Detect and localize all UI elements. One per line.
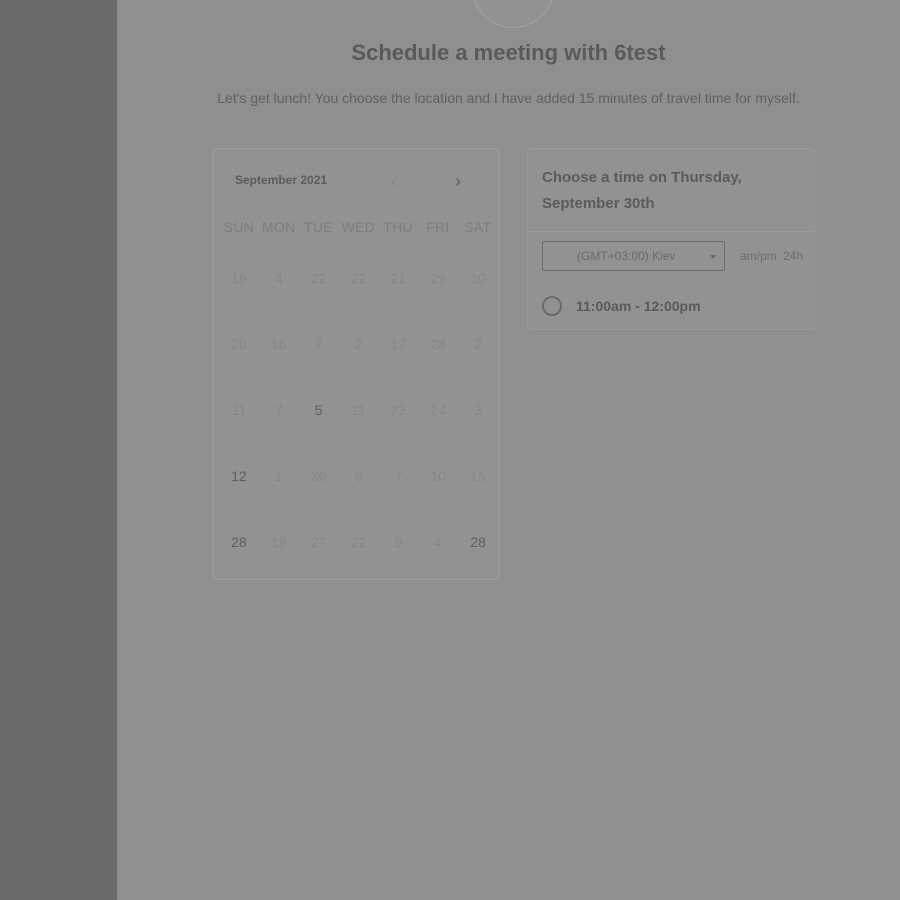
calendar-day[interactable]: 7 — [299, 311, 339, 377]
calendar-day[interactable]: 1 — [259, 443, 299, 509]
chevron-right-icon[interactable]: › — [455, 171, 461, 192]
calendar-day[interactable]: 22 — [299, 245, 339, 311]
format-24h-toggle[interactable]: 24h — [783, 249, 803, 263]
calendar-day[interactable]: 4 — [259, 245, 299, 311]
calendar-day[interactable]: 17 — [378, 311, 418, 377]
calendar-day[interactable]: 2 — [339, 311, 379, 377]
calendar-month-label: September 2021 — [235, 173, 328, 187]
divider — [528, 231, 814, 232]
calendar-day[interactable]: 28 — [219, 509, 259, 575]
weekday-label: SUN — [223, 219, 255, 235]
calendar-day[interactable]: 29 — [418, 245, 458, 311]
calendar-day[interactable]: 5 — [299, 377, 339, 443]
calendar-day[interactable]: 19 — [259, 509, 299, 575]
calendar-day[interactable]: 16 — [259, 311, 299, 377]
calendar-day[interactable]: 7 — [259, 377, 299, 443]
weekday-label: THU — [383, 219, 413, 235]
calendar-day[interactable]: 9 — [378, 509, 418, 575]
timezone-value: (GMT+03:00) Kiev — [577, 249, 676, 263]
calendar-weekdays: SUN MON TUE WED THU FRI SAT — [219, 219, 498, 235]
time-slot[interactable]: 11:00am - 12:00pm — [542, 293, 701, 319]
caret-down-icon — [710, 255, 716, 259]
calendar-day[interactable]: 24 — [418, 377, 458, 443]
calendar-day[interactable]: 22 — [339, 509, 379, 575]
calendar-day[interactable]: 20 — [219, 311, 259, 377]
main-panel: Schedule a meeting with 6test Let's get … — [117, 0, 900, 900]
calendar-day[interactable]: 23 — [378, 377, 418, 443]
calendar-day[interactable]: 28 — [418, 311, 458, 377]
calendar-day[interactable]: 28 — [458, 509, 498, 575]
calendar-day[interactable]: 30 — [299, 443, 339, 509]
calendar-day[interactable]: 10 — [458, 245, 498, 311]
weekday-label: MON — [261, 219, 296, 235]
timezone-select[interactable]: (GMT+03:00) Kiev — [542, 241, 725, 271]
time-picker-heading: Choose a time on Thursday, September 30t… — [542, 169, 742, 212]
time-picker-card: Choose a time on Thursday, September 30t… — [527, 148, 815, 330]
weekday-label: WED — [341, 219, 376, 235]
weekday-label: FRI — [426, 219, 450, 235]
calendar-day[interactable]: 10 — [418, 443, 458, 509]
calendar-day[interactable]: 2 — [458, 311, 498, 377]
chevron-left-icon[interactable]: ‹ — [391, 171, 397, 192]
page-title: Schedule a meeting with 6test — [351, 40, 666, 65]
calendar-day[interactable]: 22 — [339, 245, 379, 311]
format-ampm-toggle[interactable]: am/pm — [740, 249, 777, 263]
calendar-day[interactable]: 3 — [458, 377, 498, 443]
calendar-day[interactable]: 15 — [458, 443, 498, 509]
calendar-card: September 2021 ‹ › SUN MON TUE WED THU F… — [212, 148, 500, 580]
page-subtitle: Let's get lunch! You choose the location… — [217, 90, 800, 106]
calendar-day[interactable]: 16 — [219, 245, 259, 311]
time-slot-radio[interactable] — [542, 296, 562, 316]
calendar-day[interactable]: 27 — [299, 509, 339, 575]
weekday-label: TUE — [304, 219, 333, 235]
time-slot-label: 11:00am - 12:00pm — [576, 298, 701, 314]
weekday-label: SAT — [464, 219, 492, 235]
calendar-grid: 16 4 22 22 21 29 10 20 16 7 2 17 28 2 11 7 5 11 23 24 3 12 1 30… — [219, 245, 498, 575]
calendar-day[interactable]: 11 — [219, 377, 259, 443]
calendar-day[interactable]: 11 — [339, 377, 379, 443]
calendar-day[interactable]: 6 — [339, 443, 379, 509]
avatar — [471, 0, 555, 28]
calendar-day[interactable]: 7 — [378, 443, 418, 509]
calendar-day[interactable]: 12 — [219, 443, 259, 509]
calendar-day[interactable]: 4 — [418, 509, 458, 575]
left-sidebar — [0, 0, 117, 900]
calendar-day[interactable]: 21 — [378, 245, 418, 311]
